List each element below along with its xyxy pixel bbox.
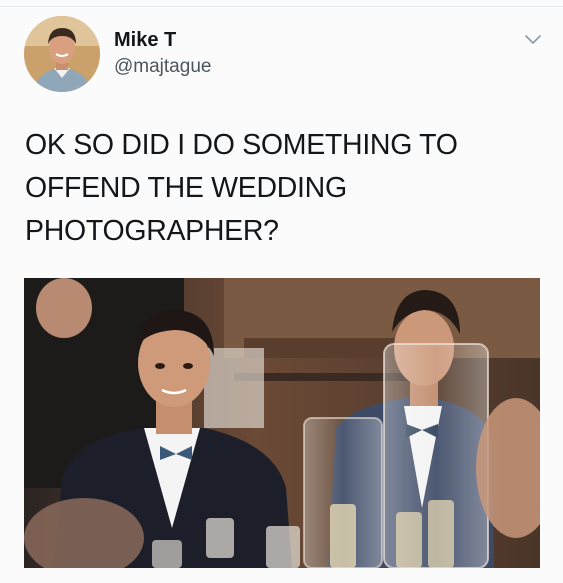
tweet-card: Mike T @majtague OK SO DID I DO SOMETHIN…: [0, 0, 563, 583]
chevron-down-icon[interactable]: [523, 32, 543, 48]
author-handle[interactable]: @majtague: [114, 56, 211, 78]
author-name[interactable]: Mike T: [114, 29, 176, 52]
wedding-photo-icon: [24, 278, 540, 568]
profile-photo-icon: [24, 16, 100, 92]
avatar[interactable]: [24, 16, 100, 92]
tweet-photo[interactable]: [24, 278, 540, 568]
tweet-text: OK SO DID I DO SOMETHING TO OFFEND THE W…: [25, 129, 458, 247]
divider: [0, 6, 563, 7]
